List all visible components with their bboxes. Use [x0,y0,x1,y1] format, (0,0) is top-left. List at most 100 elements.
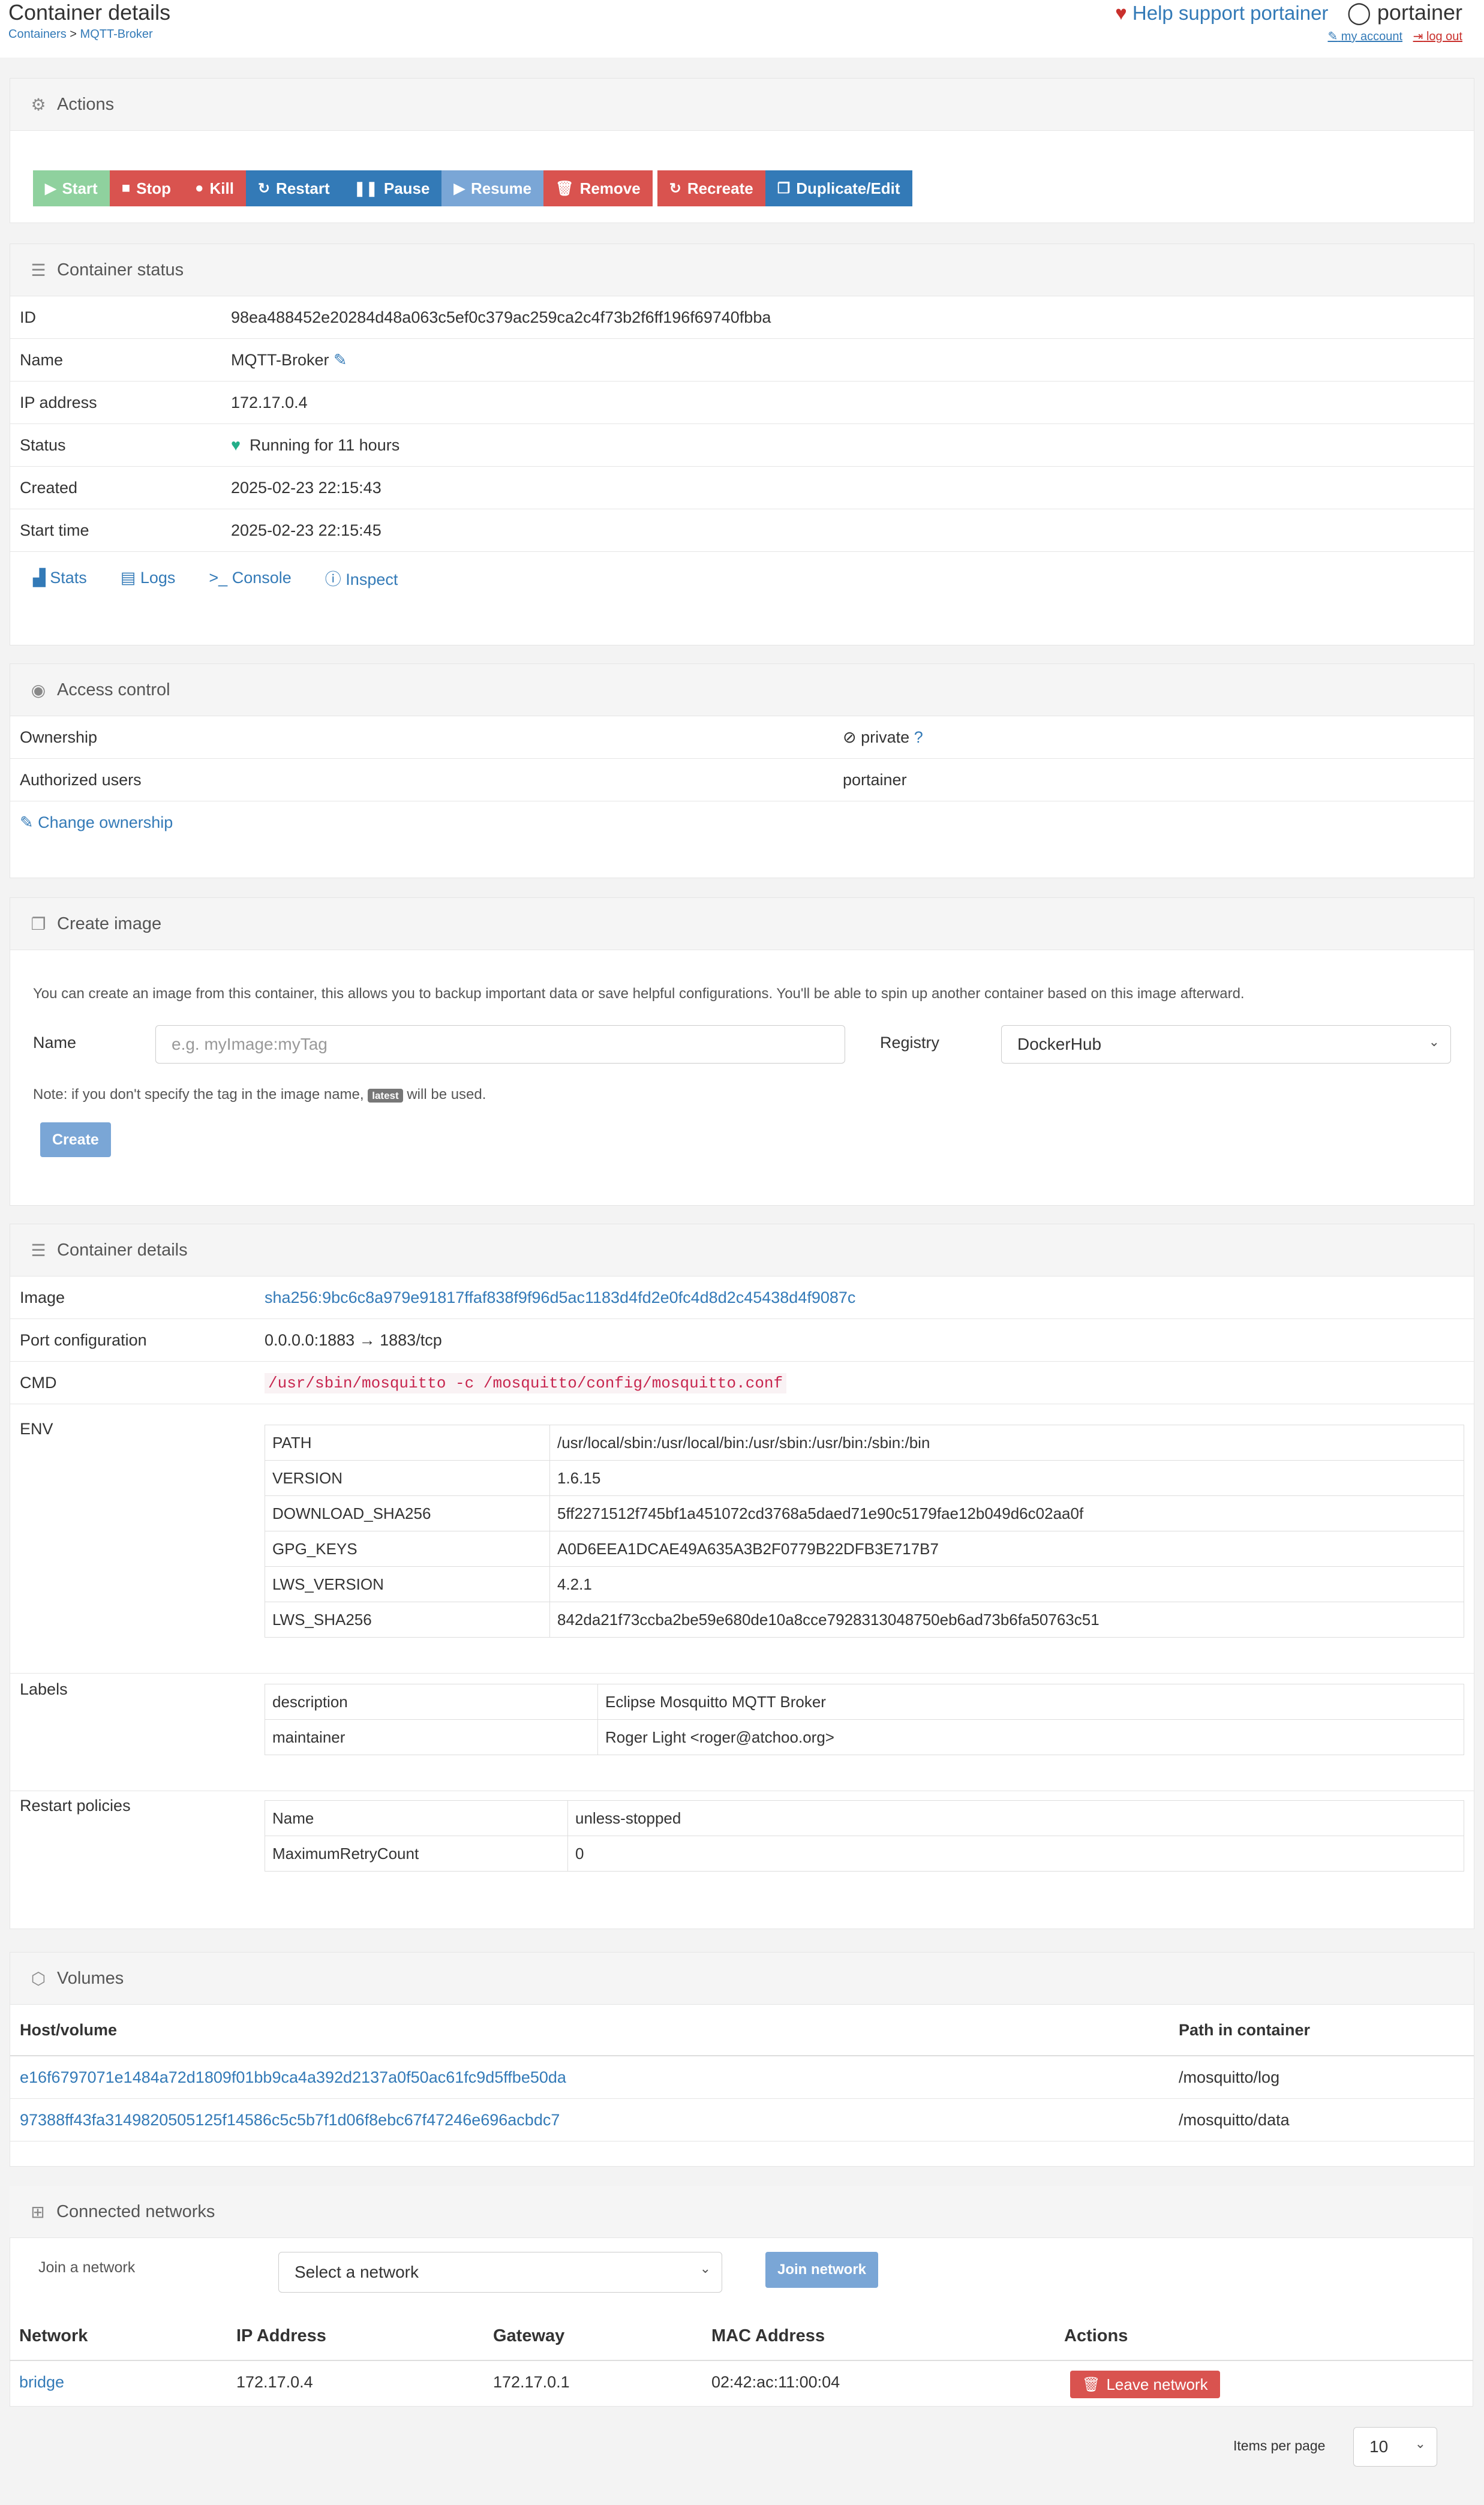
eye-slash-icon: ⊘ [843,728,857,746]
clone-icon: ❐ [31,914,46,933]
chevron-down-icon: ⌄ [1428,1034,1440,1049]
inspect-link[interactable]: ⓘ Inspect [325,566,398,590]
stop-button[interactable]: ■ Stop [109,170,183,206]
stop-label: Stop [136,179,171,197]
name-value: MQTT-Broker [231,350,329,369]
create-image-title: Create image [57,914,162,933]
host-cell: 97388ff43fa3149820505125f14586c5c5b7f1d0… [10,2098,1169,2141]
env-value: A0D6EEA1DCAE49A635A3B2F0779B22DFB3E717B7 [549,1531,1464,1567]
details-table: Image sha256:9bc6c8a979e91817ffaf838f9f96… [10,1276,1474,1404]
help-support-link[interactable]: ♥ Help support portainer [1115,2,1328,24]
id-label: ID [10,296,221,339]
env-key: VERSION [265,1460,550,1496]
env-key: LWS_SHA256 [265,1602,550,1638]
restart-policies-table: Name unless-stopped MaximumRetryCount 0 [265,1800,1464,1872]
my-account-link[interactable]: ✎ my account [1327,30,1402,43]
registry-select[interactable]: DockerHub ⌄ [1001,1025,1451,1064]
image-name-label: Name [33,1034,77,1052]
leave-network-button[interactable]: 🗑 Leave network [1070,2371,1220,2398]
actions-widget: ⚙ Actions ▶ Start ■ Stop ● Kill ↻ Restart ❚❚… [10,78,1474,223]
ownership-cell: ⊘ private ? [833,716,1474,759]
page-title: Container details [8,0,171,25]
actions-title: Actions [57,94,115,114]
start-button[interactable]: ▶ Start [33,170,110,206]
question-circle-icon[interactable]: ? [914,728,923,746]
networks-title: Connected networks [56,2201,215,2221]
recreate-button[interactable]: ↻ Recreate [657,170,765,206]
env-table: PATH/usr/local/sbin:/usr/local/bin:/usr/… [265,1425,1464,1638]
table-row: ID 98ea488452e20284d48a063c5ef0c379ac259c… [10,296,1474,339]
container-details-title: Container details [57,1240,188,1260]
label-value: Eclipse Mosquitto MQTT Broker [597,1684,1464,1720]
ip-label: IP address [10,381,221,424]
table-row: Image sha256:9bc6c8a979e91817ffaf838f9f96… [10,1276,1474,1319]
play-icon: ▶ [45,180,56,197]
id-value: 98ea488452e20284d48a063c5ef0c379ac259ca2… [221,296,1474,339]
env-label: ENV [20,1420,53,1438]
eye-icon: ◉ [31,680,46,699]
edit-icon[interactable]: ✎ [334,351,347,369]
logs-link[interactable]: ▤ Logs [121,569,176,587]
table-row: Ownership ⊘ private ? [10,716,1474,759]
recreate-label: Recreate [687,179,753,197]
chart-icon: ▟ [33,568,46,587]
table-row: LWS_VERSION 4.2.1 [265,1566,1464,1602]
wrench-icon: ✎ [1327,30,1338,43]
image-name-input[interactable]: e.g. myImage:myTag [155,1025,845,1064]
volume-path: /mosquitto/data [1169,2098,1474,2141]
breadcrumb-current[interactable]: MQTT-Broker [80,28,153,41]
play-icon: ▶ [453,180,465,197]
stats-label: Stats [50,568,87,587]
volumes-title: Volumes [57,1968,124,1988]
label-value: Roger Light <roger@atchoo.org> [597,1719,1464,1755]
env-value: /usr/local/sbin:/usr/local/bin:/usr/sbin… [549,1425,1464,1461]
networks-table-header: Network IP Address Gateway MAC Address A… [10,2312,1473,2361]
image-label: Image [10,1276,255,1319]
container-status-title: Container status [57,260,184,280]
volumes-table: Host/volume Path in container e16f6797071… [10,2005,1474,2141]
restart-label: Restart [276,179,330,197]
server-icon: ☰ [31,1241,46,1260]
join-network-button[interactable]: Join network [765,2252,879,2288]
kill-button[interactable]: ● Kill [182,170,246,206]
breadcrumb-containers-link[interactable]: Containers [8,28,67,41]
resume-button[interactable]: ▶ Resume [441,170,544,206]
network-select-value: Select a network [295,2263,419,2281]
networks-header: ⊞ Connected networks [10,2186,1473,2238]
inspect-label: Inspect [346,570,398,588]
network-link[interactable]: bridge [19,2373,64,2392]
restart-key: MaximumRetryCount [265,1836,568,1872]
image-link[interactable]: sha256:9bc6c8a979e91817ffaf838f9f96d5ac1… [265,1288,855,1306]
network-select[interactable]: Select a network ⌄ [278,2252,722,2293]
networks-widget: ⊞ Connected networks Join a network Sele… [10,2186,1473,2505]
table-header-row: Host/volume Path in container [10,2005,1474,2056]
label-key: maintainer [265,1719,598,1755]
restart-button[interactable]: ↻ Restart [245,170,342,206]
container-details-widget: ☰ Container details Image sha256:9bc6c8a9… [10,1224,1474,1929]
user-menu[interactable]: ◯ portainer [1347,0,1462,25]
page-header: Container details Containers > MQTT-Brok… [0,0,1484,58]
change-ownership-link[interactable]: ✎ Change ownership [20,813,173,832]
console-link[interactable]: >_ Console [209,569,291,587]
items-per-page-value: 10 [1369,2437,1389,2456]
duplicate-edit-button[interactable]: ❐ Duplicate/Edit [765,170,912,206]
action-buttons: ▶ Start ■ Stop ● Kill ↻ Restart ❚❚ Pause ▶ Res… [33,170,912,206]
logout-link[interactable]: ⇥ log out [1413,30,1462,43]
tag-note-before: Note: if you don't specify the tag in th… [33,1086,364,1103]
volume-link[interactable]: 97388ff43fa3149820505125f14586c5c5b7f1d0… [20,2111,560,2129]
table-row: DOWNLOAD_SHA256 5ff2271512f745bf1a451072c… [265,1495,1464,1531]
stats-link[interactable]: ▟ Stats [33,569,87,587]
cubes-icon: ⬡ [31,1969,46,1988]
create-image-description: You can create an image from this contai… [33,986,1245,1002]
col-ip: IP Address [236,2326,326,2345]
col-gateway: Gateway [493,2326,565,2345]
top-right-nav: ♥ Help support portainer ◯ portainer [1115,0,1462,25]
remove-button[interactable]: 🗑 Remove [543,170,653,206]
name-label: Name [10,338,221,382]
table-row: CMD/usr/sbin/mosquitto -c /mosquitto/con… [10,1361,1474,1404]
pause-button[interactable]: ❚❚ Pause [341,170,442,206]
registry-label: Registry [880,1034,940,1052]
volume-link[interactable]: e16f6797071e1484a72d1809f01bb9ca4a392d21… [20,2068,566,2086]
items-per-page-select[interactable]: 10 ⌄ [1353,2427,1437,2467]
create-button[interactable]: Create [40,1122,111,1157]
